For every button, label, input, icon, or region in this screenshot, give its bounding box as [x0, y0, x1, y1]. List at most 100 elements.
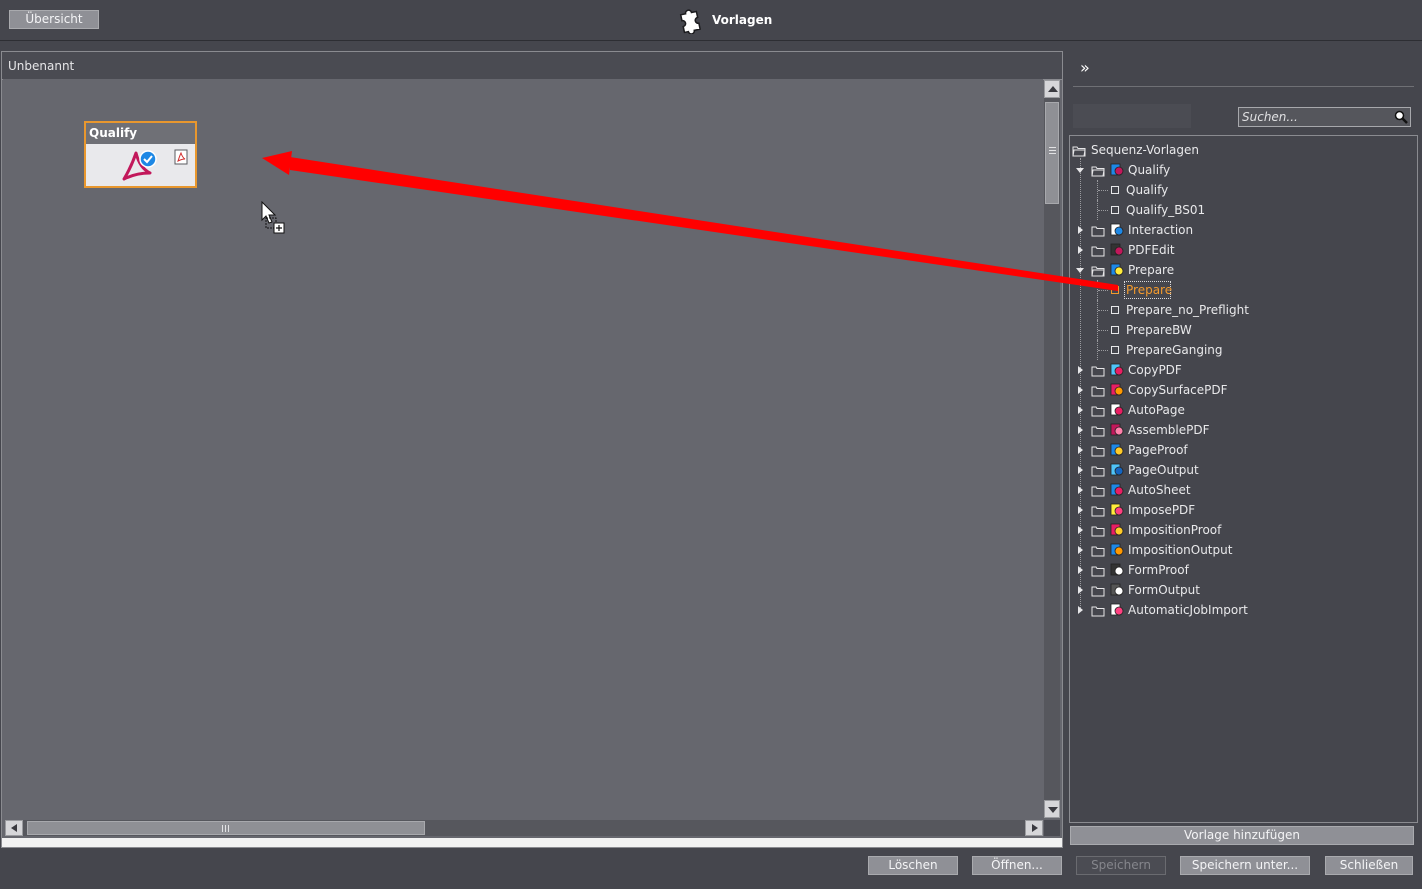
- tree-folder[interactable]: FormProof: [1070, 560, 1415, 580]
- tree-folder[interactable]: PageProof: [1070, 440, 1415, 460]
- document-title: Unbenannt: [8, 59, 75, 73]
- tree-branch-line: [1098, 210, 1108, 212]
- collapsed-triangle-icon[interactable]: [1078, 386, 1083, 394]
- tree-branch-line: [1098, 290, 1108, 292]
- search-input[interactable]: [1242, 109, 1390, 125]
- tree-folder[interactable]: Qualify: [1070, 160, 1415, 180]
- tree-folder[interactable]: AutoSheet: [1070, 480, 1415, 500]
- open-button[interactable]: Öffnen...: [972, 856, 1062, 875]
- tree-folder-label: FormOutput: [1128, 583, 1200, 597]
- tree-template-label: Qualify: [1126, 183, 1169, 197]
- tree-branch-line: [1098, 190, 1108, 192]
- collapsed-triangle-icon[interactable]: [1078, 426, 1083, 434]
- tree-folder[interactable]: ImpositionOutput: [1070, 540, 1415, 560]
- collapsed-triangle-icon[interactable]: [1078, 606, 1083, 614]
- scroll-left-button[interactable]: [5, 820, 23, 836]
- puzzle-icon: [679, 9, 702, 34]
- tree-folder-label: FormProof: [1128, 563, 1189, 577]
- template-item-icon: [1111, 206, 1119, 214]
- tree-folder[interactable]: AutoPage: [1070, 400, 1415, 420]
- automaticjobimport-icon: [1110, 603, 1124, 623]
- save-as-button[interactable]: Speichern unter...: [1180, 856, 1310, 875]
- tree-folder-label: AssemblePDF: [1128, 423, 1210, 437]
- tree-folder[interactable]: ImposePDF: [1070, 500, 1415, 520]
- collapsed-triangle-icon[interactable]: [1078, 546, 1083, 554]
- scroll-up-button[interactable]: [1044, 80, 1060, 98]
- top-bar: Übersicht Vorlagen: [0, 0, 1422, 41]
- tree-root-label: Sequenz-Vorlagen: [1091, 143, 1199, 157]
- folder-icon: [1091, 603, 1105, 623]
- tree-folder-label: Interaction: [1128, 223, 1194, 237]
- tree-folder[interactable]: ImpositionProof: [1070, 520, 1415, 540]
- vertical-scroll-thumb[interactable]: [1045, 102, 1059, 204]
- tree-folder-label: ImposePDF: [1128, 503, 1196, 517]
- tree-folder-label: AutoPage: [1128, 403, 1185, 417]
- tree-folder[interactable]: PageOutput: [1070, 460, 1415, 480]
- panel-tab-area: [1073, 104, 1191, 128]
- collapsed-triangle-icon[interactable]: [1078, 366, 1083, 374]
- tree-folder-label: CopyPDF: [1128, 363, 1182, 377]
- tree-folder[interactable]: CopySurfacePDF: [1070, 380, 1415, 400]
- template-item-icon: [1111, 326, 1119, 334]
- template-item-icon: [1111, 186, 1119, 194]
- tree-folder-label: Qualify: [1128, 163, 1171, 177]
- tree-branch-line: [1098, 350, 1108, 352]
- tree-template-label: Prepare_no_Preflight: [1126, 303, 1249, 317]
- tree-folder[interactable]: FormOutput: [1070, 580, 1415, 600]
- horizontal-scrollbar[interactable]: [5, 820, 1043, 836]
- tree-folder-label: Prepare: [1128, 263, 1175, 277]
- tree-template-item[interactable]: Prepare_no_Preflight: [1070, 300, 1415, 320]
- collapsed-triangle-icon[interactable]: [1078, 226, 1083, 234]
- tree-template-item[interactable]: PrepareGanging: [1070, 340, 1415, 360]
- collapsed-triangle-icon[interactable]: [1078, 566, 1083, 574]
- tree-template-item[interactable]: Qualify: [1070, 180, 1415, 200]
- save-button[interactable]: Speichern: [1076, 856, 1166, 875]
- panel-divider: [1073, 86, 1414, 87]
- tree-folder-label: AutomaticJobImport: [1128, 603, 1248, 617]
- window-title-text: Vorlagen: [712, 13, 773, 27]
- search-icon[interactable]: [1394, 110, 1408, 124]
- expanded-triangle-icon[interactable]: [1076, 268, 1084, 273]
- add-template-button[interactable]: Vorlage hinzufügen: [1070, 826, 1414, 845]
- collapsed-triangle-icon[interactable]: [1078, 586, 1083, 594]
- tree-folder[interactable]: Prepare: [1070, 260, 1415, 280]
- tree-folder[interactable]: AutomaticJobImport: [1070, 600, 1415, 620]
- tree-folder[interactable]: CopyPDF: [1070, 360, 1415, 380]
- collapsed-triangle-icon[interactable]: [1078, 526, 1083, 534]
- collapsed-triangle-icon[interactable]: [1078, 446, 1083, 454]
- tree-folder-label: PDFEdit: [1128, 243, 1175, 257]
- tree-folder[interactable]: AssemblePDF: [1070, 420, 1415, 440]
- tree-template-item[interactable]: PrepareBW: [1070, 320, 1415, 340]
- editor-status-strip: [2, 838, 1062, 847]
- expanded-triangle-icon[interactable]: [1076, 168, 1084, 173]
- tree-template-item[interactable]: Qualify_BS01: [1070, 200, 1415, 220]
- collapsed-triangle-icon[interactable]: [1078, 506, 1083, 514]
- tree-folder-label: ImpositionOutput: [1128, 543, 1233, 557]
- horizontal-scroll-thumb[interactable]: [27, 821, 425, 835]
- drag-copy-cursor-icon: [261, 201, 285, 234]
- tree-branch-line: [1098, 310, 1108, 312]
- collapsed-triangle-icon[interactable]: [1078, 466, 1083, 474]
- vertical-scrollbar[interactable]: [1044, 80, 1060, 818]
- tree-folder[interactable]: PDFEdit: [1070, 240, 1415, 260]
- scroll-down-button[interactable]: [1044, 800, 1060, 818]
- collapsed-triangle-icon[interactable]: [1078, 246, 1083, 254]
- collapsed-triangle-icon[interactable]: [1078, 406, 1083, 414]
- search-field[interactable]: [1238, 107, 1411, 127]
- tree-template-item[interactable]: Prepare: [1070, 280, 1415, 300]
- pdf-document-icon: [174, 149, 188, 165]
- overview-button[interactable]: Übersicht: [9, 10, 99, 29]
- tree-folder-label: PageProof: [1128, 443, 1188, 457]
- close-button[interactable]: Schließen: [1325, 856, 1413, 875]
- template-tree[interactable]: Sequenz-Vorlagen Qualify Qualify Qualify_BS…: [1069, 135, 1418, 823]
- acrobat-check-icon: [122, 150, 157, 181]
- collapse-panel-button[interactable]: »: [1080, 58, 1096, 78]
- scroll-right-button[interactable]: [1025, 820, 1043, 836]
- tree-folder-label: AutoSheet: [1128, 483, 1191, 497]
- qualify-node[interactable]: Qualify: [84, 121, 197, 188]
- collapsed-triangle-icon[interactable]: [1078, 486, 1083, 494]
- tree-folder[interactable]: Interaction: [1070, 220, 1415, 240]
- scrollbar-corner: [1044, 820, 1060, 836]
- sequence-canvas[interactable]: [3, 79, 1043, 819]
- delete-button[interactable]: Löschen: [868, 856, 958, 875]
